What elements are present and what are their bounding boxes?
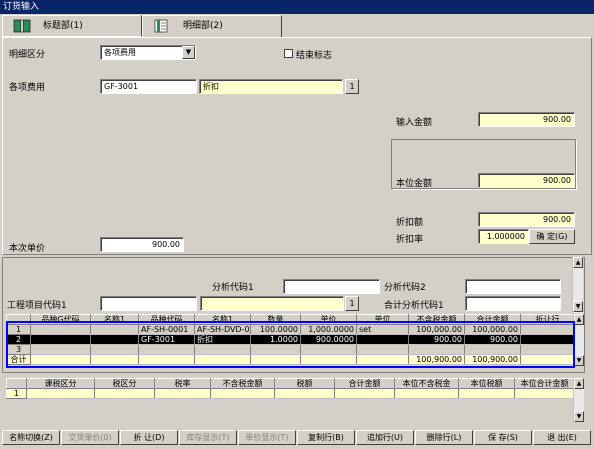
input-amount-label: 输入金额: [396, 118, 433, 128]
column-header[interactable]: 合计金额: [334, 378, 395, 389]
tax-grid-header: 课税区分 税区分 税率 不含税金额 税额 合计金额 本位不含税金 本位税额 本位…: [6, 378, 575, 389]
column-header[interactable]: 税额: [274, 378, 335, 389]
analysis-code2-label: 分析代码2: [384, 283, 426, 293]
window-title: 订货输入: [0, 0, 594, 14]
local-amount-field[interactable]: 900.00: [478, 173, 575, 188]
table-row[interactable]: 1: [6, 388, 575, 399]
column-header[interactable]: 税区分: [94, 378, 155, 389]
table-cell[interactable]: [514, 388, 575, 399]
end-flag-label: 结束标志: [296, 51, 333, 61]
column-header[interactable]: 课税区分: [26, 378, 95, 389]
column-header[interactable]: 本位不含税金: [394, 378, 459, 389]
table-cell[interactable]: [94, 388, 155, 399]
price-display-button[interactable]: 单价显示(T): [238, 430, 296, 445]
tab-detail-label: 明细部(2): [183, 21, 223, 31]
bottom-toolbar: 名称切换(Z) 交货单价(0) 折 让(D) 库存显示(T) 单价显示(T) 复…: [0, 427, 594, 449]
tab-header[interactable]: 标题部(1): [2, 15, 142, 37]
tab-header-label: 标题部(1): [43, 21, 83, 31]
row-number[interactable]: 1: [6, 388, 27, 399]
scroll-up-icon[interactable]: ▲: [574, 378, 584, 389]
add-row-button[interactable]: 追加行(U): [356, 430, 414, 445]
confirm-button[interactable]: 确 定(G): [529, 229, 575, 244]
scroll-down-icon[interactable]: ▼: [573, 301, 583, 312]
book-icon: [13, 19, 31, 33]
detail-form-panel: 明细区分 各项费用 ▼ 结束标志 各项费用 GF-3001 折扣 1 输入金额 …: [2, 37, 592, 255]
exit-button[interactable]: 退 出(E): [533, 430, 591, 445]
tab-bar: 标题部(1) 明细部(2): [2, 15, 592, 37]
project-lookup-button[interactable]: 1: [345, 296, 359, 311]
discount-amount-label: 折扣额: [396, 218, 424, 228]
tax-grid[interactable]: 课税区分 税区分 税率 不含税金额 税额 合计金额 本位不含税金 本位税额 本位…: [6, 378, 575, 399]
table-cell[interactable]: [458, 388, 515, 399]
tab-detail[interactable]: 明细部(2): [142, 15, 282, 37]
delivery-price-button[interactable]: 交货单价(0): [61, 430, 119, 445]
fee-name-input[interactable]: 折扣: [199, 79, 343, 94]
unit-price-field[interactable]: 900.00: [100, 237, 184, 252]
scroll-up-icon[interactable]: ▲: [573, 257, 583, 268]
table-cell[interactable]: [274, 388, 335, 399]
analysis-code1-input[interactable]: [283, 279, 380, 294]
scroll-up-icon[interactable]: ▲: [574, 314, 584, 325]
fee-label: 各项费用: [9, 83, 46, 93]
local-amount-label: 本位金额: [396, 179, 433, 189]
copy-row-button[interactable]: 复制行(B): [297, 430, 355, 445]
column-header[interactable]: 税率: [154, 378, 211, 389]
input-amount-field[interactable]: 900.00: [478, 112, 575, 127]
delete-row-button[interactable]: 删除行(L): [415, 430, 473, 445]
fee-lookup-button[interactable]: 1: [345, 79, 359, 94]
discount-rate-label: 折扣率: [396, 235, 424, 245]
discount-amount-field[interactable]: 900.00: [478, 212, 575, 227]
scroll-down-icon[interactable]: ▼: [574, 355, 584, 366]
unit-price-label: 本次单价: [9, 244, 46, 254]
stock-display-button[interactable]: 库存显示(T): [179, 430, 237, 445]
project-code-label: 工程项目代码1: [7, 301, 67, 311]
project-name-input[interactable]: [200, 296, 344, 311]
detail-type-value: 各项费用: [104, 48, 136, 57]
project-code-input[interactable]: [100, 296, 197, 311]
column-header[interactable]: 本位税额: [458, 378, 515, 389]
account-code-input[interactable]: [465, 296, 561, 311]
analysis-code1-label: 分析代码1: [212, 283, 254, 293]
save-button[interactable]: 保 存(S): [474, 430, 532, 445]
document-icon: [154, 19, 168, 33]
name-switch-button[interactable]: 名称切换(Z): [2, 430, 60, 445]
table-cell[interactable]: [154, 388, 211, 399]
table-cell[interactable]: [394, 388, 459, 399]
table-cell[interactable]: [26, 388, 95, 399]
end-flag-checkbox[interactable]: [284, 49, 293, 58]
column-header[interactable]: 本位合计金额: [514, 378, 575, 389]
chevron-down-icon[interactable]: ▼: [182, 46, 195, 59]
analysis-scrollbar[interactable]: ▲ ▼: [572, 257, 583, 313]
discount-button[interactable]: 折 让(D): [120, 430, 178, 445]
table-cell[interactable]: [210, 388, 275, 399]
corner-cell: [6, 378, 27, 389]
table-cell[interactable]: [334, 388, 395, 399]
detail-type-select[interactable]: 各项费用 ▼: [100, 45, 196, 60]
detail-type-label: 明细区分: [9, 50, 46, 60]
column-header[interactable]: 不含税金额: [210, 378, 275, 389]
fee-code-input[interactable]: GF-3001: [100, 79, 197, 94]
discount-rate-field[interactable]: 1.000000: [478, 229, 529, 244]
analysis-code2-input[interactable]: [465, 279, 561, 294]
account-code-label: 合计分析代码1: [384, 301, 444, 311]
scroll-down-icon[interactable]: ▼: [574, 411, 584, 422]
tax-grid-scrollbar[interactable]: ▲ ▼: [573, 378, 584, 422]
selection-highlight: [6, 321, 575, 368]
